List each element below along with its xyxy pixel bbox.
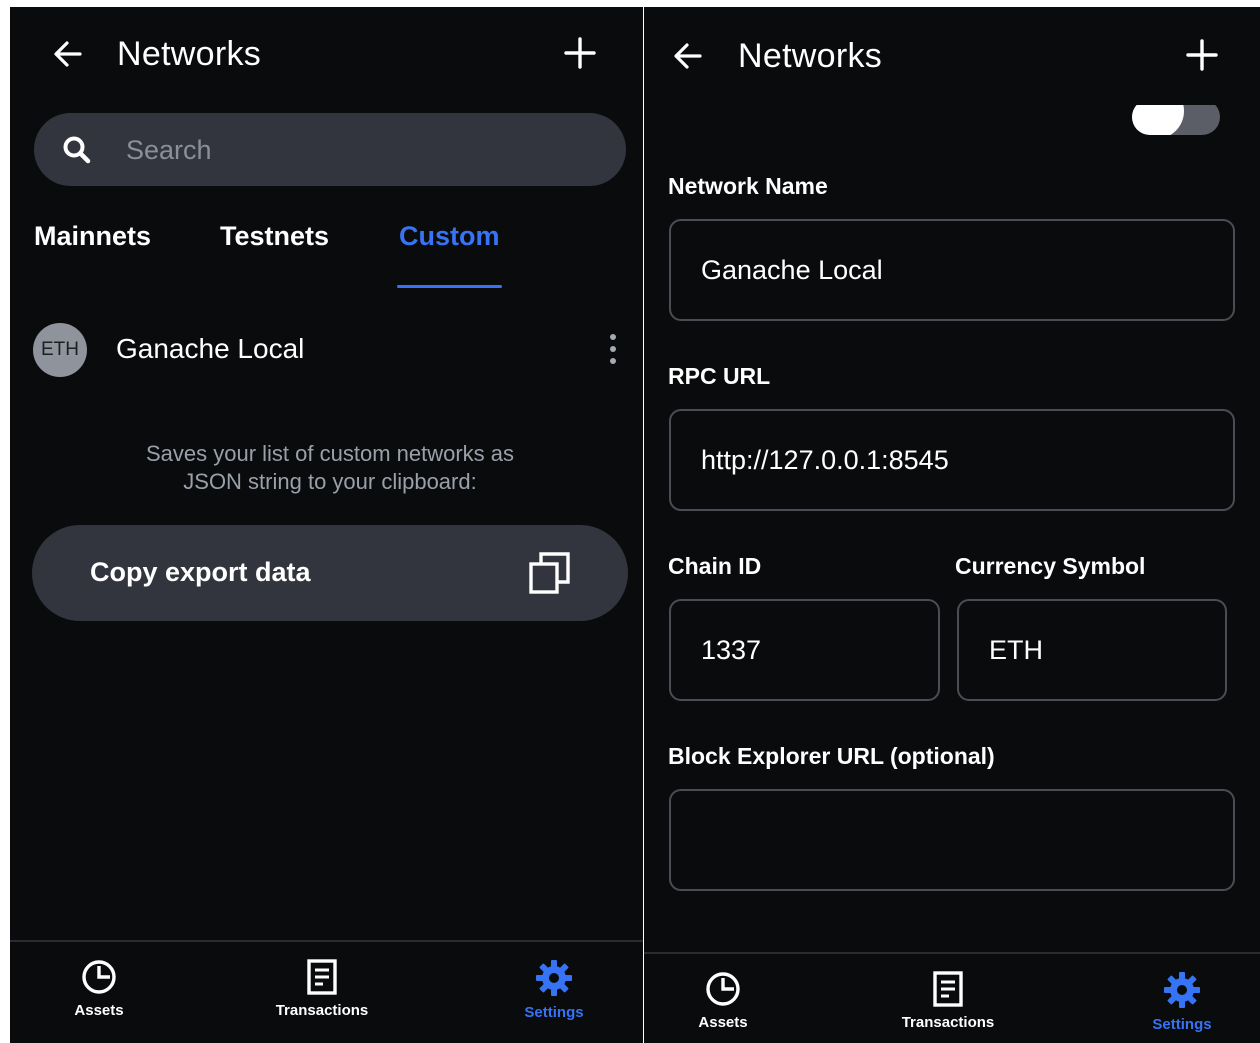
more-options-icon[interactable] [598, 329, 620, 369]
page-title: Networks [117, 35, 262, 73]
nav-settings[interactable]: Settings [1134, 970, 1230, 1033]
chain-id-label: Chain ID [668, 553, 762, 579]
nav-assets[interactable]: Assets [56, 958, 142, 1019]
rpc-url-label: RPC URL [668, 363, 771, 389]
chain-id-field[interactable] [669, 599, 940, 701]
tab-custom[interactable]: Custom [399, 221, 500, 252]
chain-id-input[interactable] [699, 623, 918, 677]
gear-icon [1164, 972, 1200, 1008]
block-explorer-label: Block Explorer URL (optional) [668, 743, 995, 769]
receipt-icon [933, 971, 963, 1007]
networks-list-screen: Networks Mainnets Testnets Custom ETH Ga… [10, 7, 643, 1043]
nav-settings-label: Settings [524, 1004, 584, 1021]
search-input[interactable] [124, 125, 598, 175]
nav-transactions[interactable]: Transactions [262, 958, 382, 1019]
search-bar[interactable] [34, 113, 626, 186]
copy-export-data-button[interactable]: Copy export data [32, 525, 628, 621]
copy-icon [529, 552, 570, 594]
arrow-left-icon[interactable] [668, 36, 708, 76]
nav-settings-label: Settings [1152, 1016, 1212, 1033]
header: Networks [644, 7, 1260, 102]
currency-symbol-input[interactable] [987, 623, 1205, 677]
network-name-input[interactable] [699, 243, 1213, 297]
network-name: Ganache Local [116, 333, 305, 364]
network-details-screen: Networks Network Name RPC URL Chain ID C… [644, 7, 1260, 1043]
search-icon [63, 136, 91, 164]
nav-assets-label: Assets [74, 1002, 124, 1019]
network-name-field[interactable] [669, 219, 1235, 321]
copy-export-data-label: Copy export data [90, 557, 311, 587]
currency-symbol-label: Currency Symbol [955, 553, 1146, 579]
tab-testnets[interactable]: Testnets [220, 221, 329, 252]
block-explorer-input[interactable] [699, 813, 1213, 867]
nav-transactions-label: Transactions [275, 1002, 369, 1019]
block-explorer-field[interactable] [669, 789, 1235, 891]
eth-avatar: ETH [33, 323, 87, 377]
tab-mainnets[interactable]: Mainnets [34, 221, 151, 252]
receipt-icon [307, 959, 337, 995]
plus-icon[interactable] [560, 33, 600, 73]
nav-transactions[interactable]: Transactions [888, 970, 1008, 1031]
rpc-url-input[interactable] [699, 433, 1213, 487]
rpc-url-field[interactable] [669, 409, 1235, 511]
nav-assets-label: Assets [698, 1014, 748, 1031]
network-name-label: Network Name [668, 173, 828, 199]
pie-chart-icon [82, 960, 116, 994]
bottom-navigation: Assets Transactions Settings [644, 952, 1260, 1043]
network-item-ganache-local[interactable]: ETH Ganache Local [30, 319, 620, 385]
currency-symbol-field[interactable] [957, 599, 1227, 701]
page-title: Networks [738, 37, 883, 75]
nav-transactions-label: Transactions [901, 1014, 995, 1031]
export-description: Saves your list of custom networks as JS… [80, 440, 580, 496]
export-description-line2: JSON string to your clipboard: [183, 469, 477, 494]
bottom-navigation: Assets Transactions Settings [10, 940, 643, 1042]
nav-assets[interactable]: Assets [680, 970, 766, 1031]
plus-icon[interactable] [1182, 35, 1222, 75]
header: Networks [10, 7, 643, 103]
active-tab-indicator [397, 285, 502, 288]
arrow-left-icon[interactable] [48, 34, 88, 74]
pie-chart-icon [706, 972, 740, 1006]
export-description-line1: Saves your list of custom networks as [145, 441, 515, 466]
gear-icon [536, 960, 572, 996]
nav-settings[interactable]: Settings [506, 958, 602, 1021]
